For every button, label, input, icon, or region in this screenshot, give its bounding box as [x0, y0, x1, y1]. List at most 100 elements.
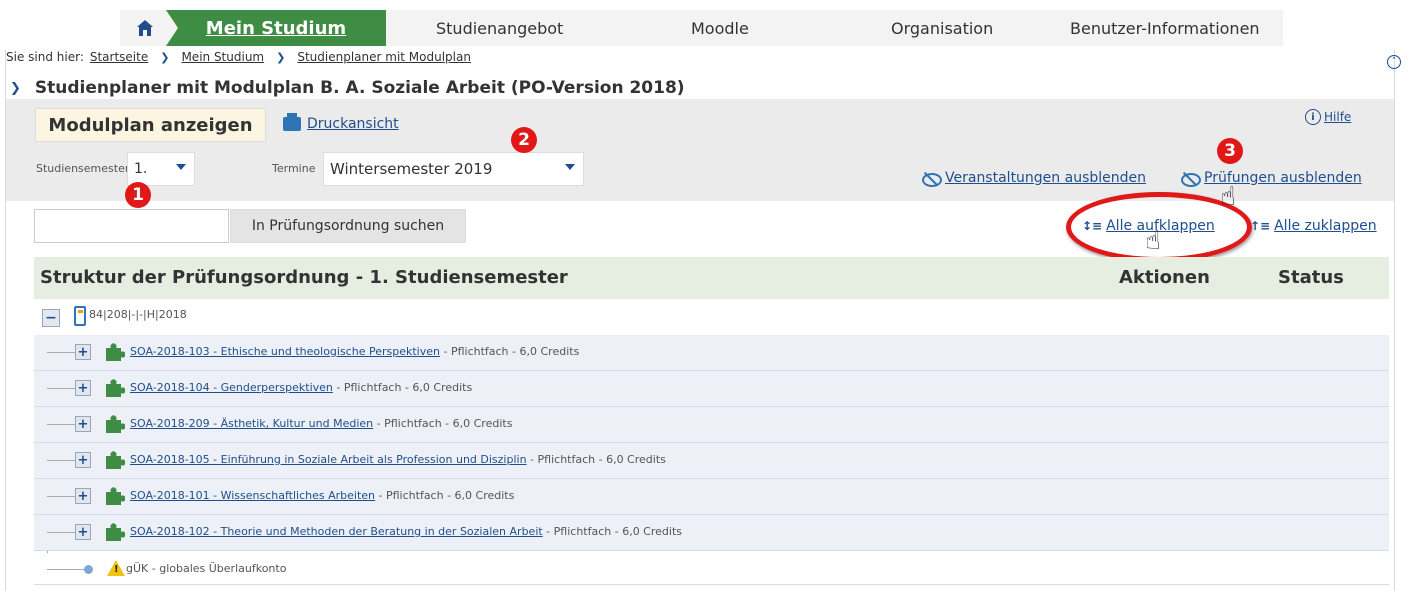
- tree-connector: [47, 424, 75, 425]
- module-label: SOA-2018-103 - Ethische und theologische…: [130, 345, 579, 358]
- nav-item-studienangebot[interactable]: Studienangebot: [436, 10, 563, 46]
- frame-right-border: [1394, 50, 1395, 591]
- breadcrumb-studienplaner[interactable]: Studienplaner mit Modulplan: [297, 50, 471, 64]
- tree-leaf-dot-icon: [84, 565, 93, 574]
- nav-item-benutzer-informationen[interactable]: Benutzer-Informationen: [1070, 10, 1260, 46]
- module-row: + SOA-2018-102 - Theorie und Methoden de…: [34, 515, 1389, 551]
- collapse-all-icon: ↑≡: [1250, 219, 1271, 233]
- puzzle-icon: [106, 451, 125, 469]
- puzzle-icon: [106, 415, 125, 433]
- annotation-badge-2: 2: [511, 127, 537, 153]
- tree-connector: [47, 388, 75, 389]
- tree-connector: [47, 352, 75, 353]
- hilfe-link[interactable]: i Hilfe: [1305, 109, 1351, 125]
- modulplan-anzeigen-button[interactable]: Modulplan anzeigen: [35, 108, 266, 142]
- home-icon: [137, 20, 153, 36]
- chevron-right-icon: ❯: [276, 50, 286, 64]
- nav-item-moodle[interactable]: Moodle: [691, 10, 749, 46]
- warning-icon: !: [107, 560, 125, 576]
- page-title: ❯ Studienplaner mit Modulplan B. A. Sozi…: [10, 78, 685, 98]
- druckansicht-link[interactable]: Druckansicht: [283, 113, 399, 132]
- module-meta: - Pflichtfach - 6,0 Credits: [373, 417, 513, 430]
- module-label: SOA-2018-105 - Einführung in Soziale Arb…: [130, 453, 666, 466]
- semester-select[interactable]: 1.: [127, 152, 195, 186]
- nav-item-mein-studium[interactable]: Mein Studium: [166, 10, 386, 46]
- nav-item-label: Mein Studium: [205, 17, 347, 39]
- overflow-account-row: ! gÜK - globales Überlaufkonto: [34, 553, 1389, 585]
- expand-all-icon: ↕≡: [1082, 219, 1103, 233]
- home-tab[interactable]: [120, 10, 170, 46]
- tree-root-row: − 84|208|-|-|H|2018: [34, 301, 1389, 335]
- veranstaltungen-ausblenden-label[interactable]: Veranstaltungen ausblenden: [945, 170, 1146, 186]
- module-label: SOA-2018-101 - Wissenschaftliches Arbeit…: [130, 489, 514, 502]
- expand-plus-icon[interactable]: +: [75, 452, 91, 468]
- eye-slash-icon: [921, 171, 942, 187]
- chevron-down-icon: [565, 164, 575, 170]
- pruefungen-ausblenden-link[interactable]: Prüfungen ausblenden: [1180, 170, 1362, 187]
- overflow-account-label: gÜK - globales Überlaufkonto: [126, 562, 287, 575]
- module-label: SOA-2018-209 - Ästhetik, Kultur und Medi…: [130, 417, 512, 430]
- info-icon: i: [1305, 109, 1321, 125]
- termin-select[interactable]: Wintersemester 2019: [323, 152, 584, 186]
- puzzle-icon: [106, 487, 125, 505]
- page-title-text: Studienplaner mit Modulplan B. A. Sozial…: [34, 78, 685, 98]
- alle-zuklappen-link[interactable]: ↑≡ Alle zuklappen: [1250, 218, 1377, 234]
- semester-label: Studiensemester: [36, 162, 130, 175]
- collapse-minus-icon[interactable]: −: [42, 309, 60, 327]
- structure-header: Struktur der Prüfungsordnung - 1. Studie…: [34, 257, 1389, 299]
- module-label: SOA-2018-104 - Genderperspektiven - Pfli…: [130, 381, 472, 394]
- expand-plus-icon[interactable]: +: [75, 416, 91, 432]
- expand-plus-icon[interactable]: +: [75, 488, 91, 504]
- chevron-right-icon: ❯: [160, 50, 170, 64]
- nav-item-organisation[interactable]: Organisation: [891, 10, 993, 46]
- column-aktionen: Aktionen: [1119, 267, 1210, 288]
- module-link[interactable]: SOA-2018-103 - Ethische und theologische…: [130, 345, 440, 358]
- hand-cursor-icon: ☝: [1220, 182, 1236, 212]
- eye-slash-icon: [1180, 171, 1201, 187]
- chevron-up-icon[interactable]: ˄: [1387, 55, 1401, 69]
- search-input[interactable]: [34, 209, 229, 243]
- module-link[interactable]: SOA-2018-101 - Wissenschaftliches Arbeit…: [130, 489, 375, 502]
- module-meta: - Pflichtfach - 6,0 Credits: [439, 345, 580, 358]
- chevron-down-icon: [176, 164, 186, 170]
- termin-value: Wintersemester 2019: [330, 160, 493, 178]
- tree-connector: [47, 496, 75, 497]
- module-row: + SOA-2018-209 - Ästhetik, Kultur und Me…: [34, 407, 1389, 443]
- module-link[interactable]: SOA-2018-102 - Theorie und Methoden der …: [130, 525, 543, 538]
- termin-label: Termine: [272, 162, 316, 175]
- expand-plus-icon[interactable]: +: [75, 344, 91, 360]
- module-row: + SOA-2018-104 - Genderperspektiven - Pf…: [34, 371, 1389, 407]
- breadcrumb-startseite[interactable]: Startseite: [90, 50, 148, 64]
- hilfe-label[interactable]: Hilfe: [1324, 110, 1351, 124]
- hand-cursor-icon: ☝: [1145, 226, 1161, 256]
- module-meta: - Pflichtfach - 6,0 Credits: [332, 381, 473, 394]
- search-button[interactable]: In Prüfungsordnung suchen: [230, 209, 466, 243]
- expand-plus-icon[interactable]: +: [75, 524, 91, 540]
- module-row: + SOA-2018-103 - Ethische und theologisc…: [34, 335, 1389, 371]
- annotation-badge-3: 3: [1217, 138, 1243, 164]
- annotation-badge-1: 1: [125, 182, 151, 208]
- breadcrumb: Sie sind hier: Startseite ❯ Mein Studium…: [6, 50, 471, 64]
- veranstaltungen-ausblenden-link[interactable]: Veranstaltungen ausblenden: [921, 170, 1146, 187]
- module-meta: - Pflichtfach - 6,0 Credits: [375, 489, 515, 502]
- tree-connector: [47, 532, 75, 533]
- breadcrumb-mein-studium[interactable]: Mein Studium: [181, 50, 264, 64]
- puzzle-icon: [106, 523, 125, 541]
- expand-plus-icon[interactable]: +: [75, 380, 91, 396]
- module-row: + SOA-2018-105 - Einführung in Soziale A…: [34, 443, 1389, 479]
- puzzle-icon: [106, 343, 125, 361]
- module-link[interactable]: SOA-2018-104 - Genderperspektiven: [130, 381, 333, 394]
- chevron-right-icon[interactable]: ❯: [10, 81, 21, 96]
- module-meta: - Pflichtfach - 6,0 Credits: [526, 453, 666, 466]
- module-label: SOA-2018-102 - Theorie und Methoden der …: [130, 525, 682, 538]
- top-navigation: Mein Studium Studienangebot Moodle Organ…: [0, 10, 1411, 46]
- structure-title: Struktur der Prüfungsordnung - 1. Studie…: [40, 267, 568, 288]
- module-link[interactable]: SOA-2018-209 - Ästhetik, Kultur und Medi…: [130, 417, 373, 430]
- druckansicht-label[interactable]: Druckansicht: [307, 116, 399, 132]
- column-status: Status: [1278, 267, 1344, 288]
- tree-connector: [47, 460, 75, 461]
- module-meta: - Pflichtfach - 6,0 Credits: [542, 525, 682, 538]
- module-link[interactable]: SOA-2018-105 - Einführung in Soziale Arb…: [130, 453, 527, 466]
- alle-zuklappen-label[interactable]: Alle zuklappen: [1274, 218, 1376, 234]
- tree-root-label: 84|208|-|-|H|2018: [89, 308, 187, 321]
